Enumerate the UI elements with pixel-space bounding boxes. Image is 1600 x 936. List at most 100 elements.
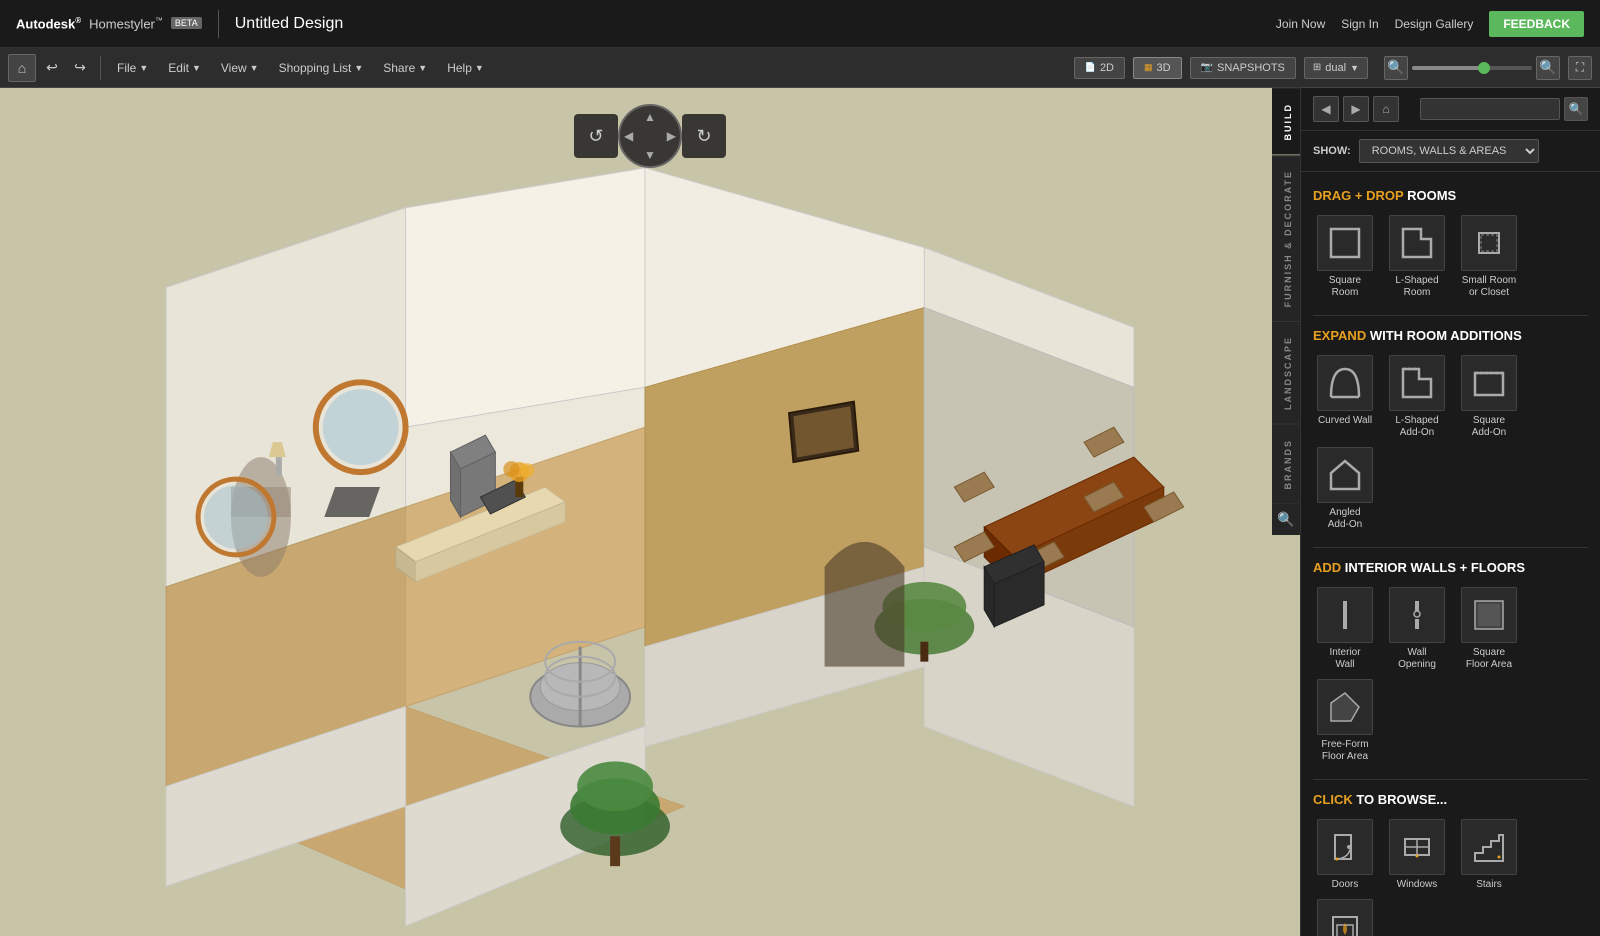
rotate-left-button[interactable]: ↺ <box>574 114 618 158</box>
home-button[interactable]: ⌂ <box>8 54 36 82</box>
square-room-item[interactable]: SquareRoom <box>1313 215 1377 299</box>
2d-view-button[interactable]: 📄 2D <box>1074 57 1125 79</box>
square-addon-icon-box <box>1461 355 1517 411</box>
l-shaped-addon-icon-box <box>1389 355 1445 411</box>
angled-addon-icon-box <box>1317 447 1373 503</box>
3d-view-button[interactable]: ▦ 3D <box>1133 57 1182 79</box>
doors-label: Doors <box>1332 879 1359 891</box>
angled-addon-item[interactable]: AngledAdd-On <box>1313 447 1377 531</box>
zoom-slider[interactable] <box>1412 66 1532 70</box>
snapshots-button[interactable]: 📷 SNAPSHOTS <box>1190 57 1296 79</box>
expand-additions-grid: Curved Wall L-ShapedAdd-On <box>1313 355 1588 531</box>
help-menu[interactable]: Help ▼ <box>439 57 492 79</box>
l-shaped-room-icon-box <box>1389 215 1445 271</box>
angled-addon-label: AngledAdd-On <box>1328 507 1362 531</box>
panel-back-button[interactable]: ◀ <box>1313 96 1339 122</box>
nav-center-control[interactable]: ▲ ▼ ◀ ▶ <box>618 104 682 168</box>
fireplaces-icon-box <box>1317 899 1373 936</box>
stairs-icon-box <box>1461 819 1517 875</box>
divider-1 <box>1313 315 1588 316</box>
click-browse-header: CLICK TO BROWSE... <box>1313 792 1588 807</box>
panel-forward-button[interactable]: ▶ <box>1343 96 1369 122</box>
stairs-browse-item[interactable]: Stairs <box>1457 819 1521 891</box>
drag-drop-rooms-header: DRAG + DROP ROOMS <box>1313 188 1588 203</box>
doors-browse-item[interactable]: Doors <box>1313 819 1377 891</box>
top-bar: Autodesk® Homestyler™ BETA Untitled Desi… <box>0 0 1600 48</box>
sign-in-link[interactable]: Sign In <box>1341 17 1378 31</box>
landscape-tab[interactable]: LANDSCAPE <box>1272 321 1300 424</box>
pan-down-arrow: ▼ <box>644 148 656 162</box>
interior-wall-icon-box <box>1317 587 1373 643</box>
design-gallery-link[interactable]: Design Gallery <box>1395 17 1474 31</box>
zoom-out-button[interactable]: 🔍 <box>1384 56 1408 80</box>
curved-wall-label: Curved Wall <box>1318 415 1372 427</box>
beta-badge: BETA <box>171 17 202 29</box>
shopping-list-menu[interactable]: Shopping List ▼ <box>271 57 372 79</box>
panel-home-button[interactable]: ⌂ <box>1373 96 1399 122</box>
vertical-tab-strip: BUILD FURNISH & DECORATE LANDSCAPE BRAND… <box>1272 88 1300 535</box>
feedback-button[interactable]: FEEDBACK <box>1489 11 1584 37</box>
l-shaped-room-item[interactable]: L-ShapedRoom <box>1385 215 1449 299</box>
square-addon-item[interactable]: SquareAdd-On <box>1457 355 1521 439</box>
file-menu[interactable]: File ▼ <box>109 57 156 79</box>
pan-left-arrow: ◀ <box>624 129 633 143</box>
divider-2 <box>1313 547 1588 548</box>
logo-autodesk: Autodesk® <box>16 16 81 31</box>
view-menu[interactable]: View ▼ <box>213 57 267 79</box>
square-addon-label: SquareAdd-On <box>1472 415 1506 439</box>
windows-label: Windows <box>1397 879 1438 891</box>
panel-header: ◀ ▶ ⌂ 🔍 <box>1301 88 1600 131</box>
title-divider <box>218 10 219 38</box>
l-shaped-addon-item[interactable]: L-ShapedAdd-On <box>1385 355 1449 439</box>
doors-icon-box <box>1317 819 1373 875</box>
square-floor-area-icon-box <box>1461 587 1517 643</box>
edit-menu[interactable]: Edit ▼ <box>160 57 209 79</box>
furnish-decorate-tab[interactable]: FURNISH & DECORATE <box>1272 155 1300 321</box>
free-form-floor-area-icon-box <box>1317 679 1373 735</box>
rotate-right-button[interactable]: ↻ <box>682 114 726 158</box>
panel-search-input[interactable] <box>1420 98 1560 120</box>
curved-wall-item[interactable]: Curved Wall <box>1313 355 1377 439</box>
drag-drop-rooms-grid: SquareRoom L-ShapedRoom <box>1313 215 1588 299</box>
zoom-in-button[interactable]: 🔍 <box>1536 56 1560 80</box>
panel-search-button[interactable]: 🔍 <box>1564 97 1588 121</box>
free-form-floor-area-label: Free-FormFloor Area <box>1321 739 1368 763</box>
small-room-closet-label: Small Roomor Closet <box>1462 275 1516 299</box>
wall-opening-item[interactable]: WallOpening <box>1385 587 1449 671</box>
show-label: SHOW: <box>1313 145 1351 157</box>
l-shaped-addon-label: L-ShapedAdd-On <box>1395 415 1438 439</box>
panel-search-area: 🔍 <box>1420 97 1588 121</box>
square-room-label: SquareRoom <box>1329 275 1361 299</box>
design-title: Untitled Design <box>235 15 344 33</box>
interior-walls-header: ADD INTERIOR WALLS + FLOORS <box>1313 560 1588 575</box>
build-tab[interactable]: BUILD <box>1272 88 1300 155</box>
square-floor-area-item[interactable]: SquareFloor Area <box>1457 587 1521 671</box>
join-now-link[interactable]: Join Now <box>1276 17 1325 31</box>
free-form-floor-area-item[interactable]: Free-FormFloor Area <box>1313 679 1377 763</box>
zoom-controls: 🔍 🔍 <box>1384 56 1560 80</box>
right-panel: ◀ ▶ ⌂ 🔍 SHOW: ROOMS, WALLS & AREAS DRAG … <box>1300 88 1600 936</box>
logo-area: Autodesk® Homestyler™ BETA <box>16 16 202 31</box>
stairs-label: Stairs <box>1476 879 1502 891</box>
dual-view-button[interactable]: ⊞ dual ▼ <box>1304 57 1368 79</box>
floorplan-view <box>0 88 1300 936</box>
windows-browse-item[interactable]: Windows <box>1385 819 1449 891</box>
undo-button[interactable]: ↩ <box>40 56 64 80</box>
curved-wall-icon-box <box>1317 355 1373 411</box>
redo-button[interactable]: ↪ <box>68 56 92 80</box>
brands-tab[interactable]: BRANDS <box>1272 424 1300 504</box>
fullscreen-button[interactable]: ⛶ <box>1568 56 1592 80</box>
expand-additions-header: EXPAND WITH ROOM ADDITIONS <box>1313 328 1588 343</box>
pan-right-arrow: ▶ <box>667 129 676 143</box>
view-controls: 📄 2D ▦ 3D 📷 SNAPSHOTS ⊞ dual ▼ 🔍 🔍 ⛶ <box>1074 56 1592 80</box>
interior-wall-item[interactable]: InteriorWall <box>1313 587 1377 671</box>
panel-search-icon[interactable]: 🔍 <box>1272 503 1300 535</box>
main-content: ↺ ▲ ▼ ◀ ▶ ↻ <box>0 88 1600 936</box>
fireplaces-browse-item[interactable]: Fireplaces <box>1313 899 1377 936</box>
small-room-closet-item[interactable]: Small Roomor Closet <box>1457 215 1521 299</box>
show-dropdown[interactable]: ROOMS, WALLS & AREAS <box>1359 139 1539 163</box>
top-right-nav: Join Now Sign In Design Gallery FEEDBACK <box>1276 11 1584 37</box>
logo-homestyler: Homestyler™ <box>89 16 163 31</box>
3d-viewport[interactable]: ↺ ▲ ▼ ◀ ▶ ↻ <box>0 88 1300 936</box>
share-menu[interactable]: Share ▼ <box>375 57 435 79</box>
